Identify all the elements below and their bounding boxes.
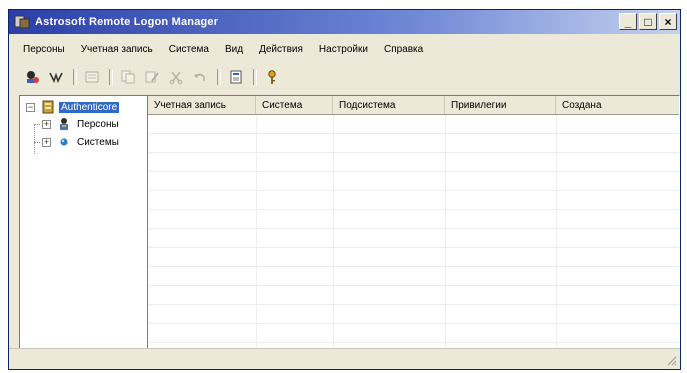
export-icon[interactable]	[227, 68, 245, 86]
toolbar-separator	[73, 69, 77, 85]
menu-actions[interactable]: Действия	[259, 44, 303, 55]
user-tool-icon[interactable]	[47, 68, 65, 86]
tree-label-root: Authenticore	[59, 101, 120, 113]
copy-icon[interactable]	[119, 68, 137, 86]
tree-connector	[34, 124, 35, 154]
empty-row	[148, 172, 679, 191]
title-bar[interactable]: Astrosoft Remote Logon Manager _ □ ×	[9, 10, 680, 34]
cut-icon[interactable]	[167, 68, 185, 86]
empty-row	[148, 267, 679, 286]
system-icon	[57, 135, 71, 149]
list-body[interactable]	[148, 115, 679, 348]
empty-row	[148, 210, 679, 229]
column-header-created[interactable]: Создана	[556, 96, 679, 114]
empty-row	[148, 324, 679, 343]
toolbar-separator	[253, 69, 257, 85]
app-icon	[14, 14, 30, 30]
edit-icon[interactable]	[143, 68, 161, 86]
tree-collapse-toggle[interactable]: −	[26, 102, 35, 112]
server-icon	[41, 100, 55, 114]
menu-system[interactable]: Система	[169, 44, 209, 55]
grid-divider	[556, 115, 557, 348]
key-icon[interactable]	[263, 68, 281, 86]
empty-row	[148, 191, 679, 210]
column-header-privileges[interactable]: Привилегии	[445, 96, 556, 114]
empty-row	[148, 286, 679, 305]
maximize-button[interactable]: □	[639, 13, 657, 30]
tree-expand-toggle[interactable]: +	[42, 119, 51, 129]
window-title: Astrosoft Remote Logon Manager	[35, 16, 219, 28]
grid-divider	[445, 115, 446, 348]
grid-divider	[333, 115, 334, 348]
persons-icon	[57, 117, 71, 131]
empty-row	[148, 153, 679, 172]
window-controls: _ □ ×	[619, 13, 677, 30]
empty-row	[148, 248, 679, 267]
empty-row	[148, 305, 679, 324]
minimize-button[interactable]: _	[619, 13, 637, 30]
menu-persons[interactable]: Персоны	[23, 44, 65, 55]
tree-connector	[34, 124, 40, 125]
grid-divider	[256, 115, 257, 348]
tree-label-persons: Персоны	[77, 118, 119, 130]
menu-bar: Персоны Учетная запись Система Вид Дейст…	[9, 40, 680, 58]
tree-panel[interactable]: − Authenticore + Персоны + Системы	[19, 95, 149, 349]
empty-row	[148, 134, 679, 153]
menu-view[interactable]: Вид	[225, 44, 243, 55]
toolbar	[9, 66, 680, 88]
toolbar-separator	[217, 69, 221, 85]
empty-row	[148, 115, 679, 134]
toolbar-separator	[109, 69, 113, 85]
person-connect-icon[interactable]	[23, 68, 41, 86]
tree-item-systems[interactable]: + Системы	[42, 134, 121, 150]
tree-label-systems: Системы	[77, 136, 119, 148]
menu-account[interactable]: Учетная запись	[81, 44, 153, 55]
status-bar	[9, 348, 680, 369]
tree-item-persons[interactable]: + Персоны	[42, 116, 121, 132]
tree-item-root[interactable]: − Authenticore	[26, 99, 120, 115]
column-header-account[interactable]: Учетная запись	[148, 96, 256, 114]
menu-help[interactable]: Справка	[384, 44, 423, 55]
properties-icon[interactable]	[83, 68, 101, 86]
account-list[interactable]: Учетная запись Система Подсистема Привил…	[147, 95, 680, 349]
tree-expand-toggle[interactable]: +	[42, 137, 51, 147]
app-window: Astrosoft Remote Logon Manager _ □ × Пер…	[8, 9, 681, 370]
undo-icon[interactable]	[191, 68, 209, 86]
tree-connector	[34, 142, 40, 143]
empty-row	[148, 229, 679, 248]
column-header-subsystem[interactable]: Подсистема	[333, 96, 445, 114]
close-button[interactable]: ×	[659, 13, 677, 30]
resize-grip-icon[interactable]	[665, 354, 677, 366]
menu-settings[interactable]: Настройки	[319, 44, 368, 55]
list-header: Учетная запись Система Подсистема Привил…	[148, 96, 679, 115]
column-header-system[interactable]: Система	[256, 96, 333, 114]
